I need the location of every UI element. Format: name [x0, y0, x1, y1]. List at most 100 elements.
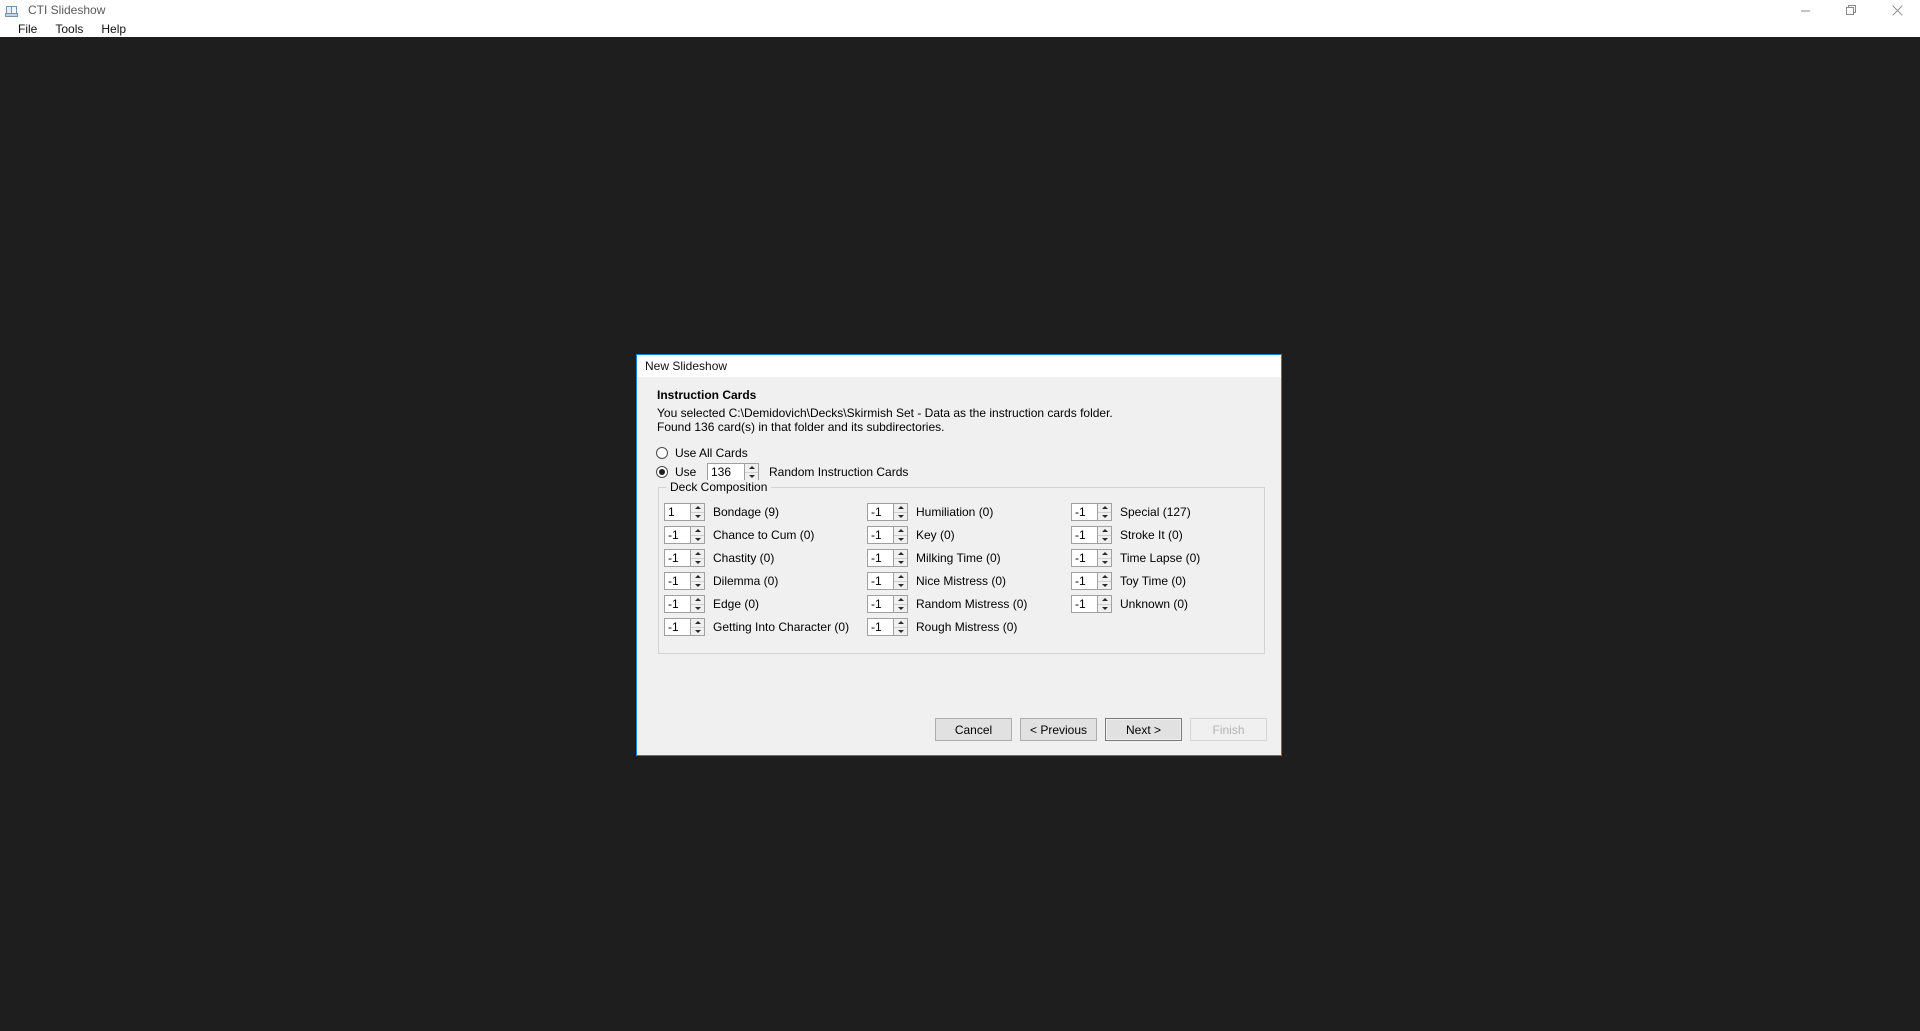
deck-spinner-dilemma[interactable]: -1: [664, 572, 705, 590]
use-count-value[interactable]: 136: [708, 464, 744, 480]
deck-column-2: -1 Humiliation (0) -1 Key (0) -1 Milking…: [867, 503, 1032, 641]
stepper-up-icon[interactable]: [691, 550, 704, 559]
use-count-spinner[interactable]: 136: [707, 463, 759, 481]
stepper-down-icon[interactable]: [894, 604, 907, 612]
radio-use-n-cards[interactable]: Use: [656, 464, 696, 480]
close-icon[interactable]: [1874, 0, 1920, 21]
deck-spinner-chance-to-cum[interactable]: -1: [664, 526, 705, 544]
stepper-up-icon[interactable]: [1098, 504, 1111, 513]
stepper-down-icon[interactable]: [745, 472, 758, 480]
deck-row: -1 Stroke It (0): [1071, 526, 1236, 544]
menu-item-help[interactable]: Help: [92, 21, 135, 37]
stepper-up-icon[interactable]: [691, 573, 704, 582]
menu-item-tools[interactable]: Tools: [46, 21, 92, 37]
deck-spinner-value[interactable]: -1: [665, 619, 690, 635]
stepper-down-icon[interactable]: [691, 604, 704, 612]
deck-spinner-value[interactable]: -1: [868, 573, 893, 589]
stepper-down-icon[interactable]: [691, 512, 704, 520]
dialog-title-bar: New Slideshow: [637, 355, 1281, 377]
deck-spinner-nice-mistress[interactable]: -1: [867, 572, 908, 590]
stepper-down-icon[interactable]: [1098, 581, 1111, 589]
deck-spinner-value[interactable]: -1: [1072, 573, 1097, 589]
stepper-up-icon[interactable]: [894, 596, 907, 605]
stepper-down-icon[interactable]: [894, 558, 907, 566]
deck-spinner-value[interactable]: -1: [1072, 504, 1097, 520]
stepper-up-icon[interactable]: [691, 619, 704, 628]
window-controls: [1782, 0, 1920, 21]
deck-spinner-value[interactable]: -1: [868, 504, 893, 520]
deck-spinner-getting-into-character[interactable]: -1: [664, 618, 705, 636]
deck-label-chastity: Chastity (0): [713, 551, 775, 565]
deck-spinner-value[interactable]: -1: [1072, 550, 1097, 566]
menu-item-file[interactable]: File: [9, 21, 46, 37]
deck-spinner-value[interactable]: -1: [665, 596, 690, 612]
stepper-down-icon[interactable]: [1098, 604, 1111, 612]
restore-icon[interactable]: [1828, 0, 1874, 21]
stepper-down-icon[interactable]: [691, 558, 704, 566]
finish-button: Finish: [1190, 718, 1267, 741]
deck-stepper: [1097, 527, 1111, 543]
stepper-up-icon[interactable]: [1098, 596, 1111, 605]
stepper-up-icon[interactable]: [745, 464, 758, 473]
stepper-up-icon[interactable]: [691, 527, 704, 536]
deck-stepper: [1097, 504, 1111, 520]
stepper-up-icon[interactable]: [1098, 573, 1111, 582]
deck-spinner-edge[interactable]: -1: [664, 595, 705, 613]
stepper-up-icon[interactable]: [691, 596, 704, 605]
stepper-down-icon[interactable]: [1098, 558, 1111, 566]
stepper-up-icon[interactable]: [894, 619, 907, 628]
deck-spinner-humiliation[interactable]: -1: [867, 503, 908, 521]
dialog-button-bar: Cancel < Previous Next > Finish: [935, 718, 1267, 741]
deck-spinner-milking-time[interactable]: -1: [867, 549, 908, 567]
stepper-down-icon[interactable]: [894, 581, 907, 589]
stepper-down-icon[interactable]: [691, 535, 704, 543]
deck-spinner-bondage[interactable]: 1: [664, 503, 705, 521]
radio-use-all-cards[interactable]: Use All Cards: [656, 445, 748, 461]
selected-folder-text: You selected C:\Demidovich\Decks\Skirmis…: [657, 406, 1113, 420]
stepper-down-icon[interactable]: [691, 581, 704, 589]
deck-spinner-chastity[interactable]: -1: [664, 549, 705, 567]
deck-composition-legend: Deck Composition: [666, 480, 772, 494]
stepper-down-icon[interactable]: [1098, 535, 1111, 543]
previous-button[interactable]: < Previous: [1020, 718, 1097, 741]
minimize-icon[interactable]: [1782, 0, 1828, 21]
stepper-up-icon[interactable]: [894, 504, 907, 513]
deck-spinner-value[interactable]: -1: [1072, 527, 1097, 543]
deck-spinner-rough-mistress[interactable]: -1: [867, 618, 908, 636]
deck-spinner-key[interactable]: -1: [867, 526, 908, 544]
stepper-down-icon[interactable]: [894, 535, 907, 543]
stepper-up-icon[interactable]: [1098, 550, 1111, 559]
stepper-down-icon[interactable]: [894, 627, 907, 635]
deck-row: -1 Rough Mistress (0): [867, 618, 1032, 636]
stepper-up-icon[interactable]: [894, 550, 907, 559]
next-button[interactable]: Next >: [1105, 718, 1182, 741]
deck-spinner-value[interactable]: -1: [868, 527, 893, 543]
deck-spinner-value[interactable]: -1: [868, 550, 893, 566]
deck-stepper: [1097, 550, 1111, 566]
stepper-up-icon[interactable]: [894, 573, 907, 582]
deck-spinner-value[interactable]: 1: [665, 504, 690, 520]
deck-spinner-random-mistress[interactable]: -1: [867, 595, 908, 613]
deck-spinner-unknown[interactable]: -1: [1071, 595, 1112, 613]
deck-spinner-value[interactable]: -1: [665, 527, 690, 543]
deck-spinner-time-lapse[interactable]: -1: [1071, 549, 1112, 567]
stepper-down-icon[interactable]: [691, 627, 704, 635]
stepper-down-icon[interactable]: [894, 512, 907, 520]
deck-spinner-stroke-it[interactable]: -1: [1071, 526, 1112, 544]
deck-spinner-toy-time[interactable]: -1: [1071, 572, 1112, 590]
window-title-bar: CTI Slideshow: [0, 0, 1920, 21]
deck-stepper: [690, 619, 704, 635]
deck-spinner-value[interactable]: -1: [665, 550, 690, 566]
deck-spinner-special[interactable]: -1: [1071, 503, 1112, 521]
stepper-up-icon[interactable]: [691, 504, 704, 513]
deck-spinner-value[interactable]: -1: [868, 596, 893, 612]
deck-spinner-value[interactable]: -1: [868, 619, 893, 635]
stepper-up-icon[interactable]: [1098, 527, 1111, 536]
cancel-button[interactable]: Cancel: [935, 718, 1012, 741]
stepper-down-icon[interactable]: [1098, 512, 1111, 520]
deck-spinner-value[interactable]: -1: [665, 573, 690, 589]
deck-stepper: [893, 573, 907, 589]
stepper-up-icon[interactable]: [894, 527, 907, 536]
deck-spinner-value[interactable]: -1: [1072, 596, 1097, 612]
deck-stepper: [893, 596, 907, 612]
